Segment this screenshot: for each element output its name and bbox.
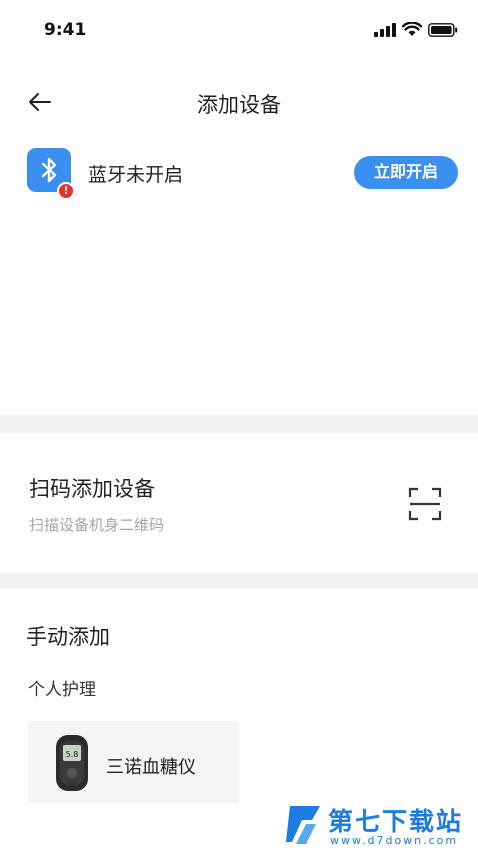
enable-bluetooth-button[interactable]: 立即开启 <box>354 156 458 189</box>
page-title: 添加设备 <box>197 93 281 117</box>
signal-icon <box>374 22 396 37</box>
warning-badge-icon: ! <box>57 182 75 200</box>
device-item[interactable]: 5.8 三诺血糖仪 <box>28 721 239 803</box>
scan-add-subtitle: 扫描设备机身二维码 <box>29 516 165 534</box>
watermark-url: www.d7down.com <box>330 834 459 847</box>
battery-icon <box>428 22 458 37</box>
bluetooth-status-icon: ! <box>27 148 75 200</box>
section-divider <box>0 573 478 589</box>
scan-icon[interactable] <box>408 487 442 521</box>
status-time: 9:41 <box>44 20 87 40</box>
glucose-meter-icon: 5.8 <box>56 735 88 791</box>
category-label: 个人护理 <box>28 680 96 700</box>
bluetooth-status-row: ! 蓝牙未开启 立即开启 <box>0 142 478 202</box>
watermark-name: 第七下载站 <box>328 807 464 836</box>
manual-add-title: 手动添加 <box>26 625 110 649</box>
wifi-icon <box>402 22 422 36</box>
svg-text:5.8: 5.8 <box>66 750 79 759</box>
watermark: 第七下载站 www.d7down.com <box>282 800 478 850</box>
scan-add-card[interactable]: 扫码添加设备 扫描设备机身二维码 <box>0 433 478 573</box>
bluetooth-status-text: 蓝牙未开启 <box>88 164 184 186</box>
status-icons <box>374 22 458 37</box>
scan-add-title: 扫码添加设备 <box>29 477 155 501</box>
section-divider <box>0 415 478 433</box>
nav-bar: 添加设备 <box>0 72 478 132</box>
watermark-logo-icon <box>286 806 320 844</box>
status-bar: 9:41 <box>0 0 478 62</box>
device-name: 三诺血糖仪 <box>106 757 196 778</box>
